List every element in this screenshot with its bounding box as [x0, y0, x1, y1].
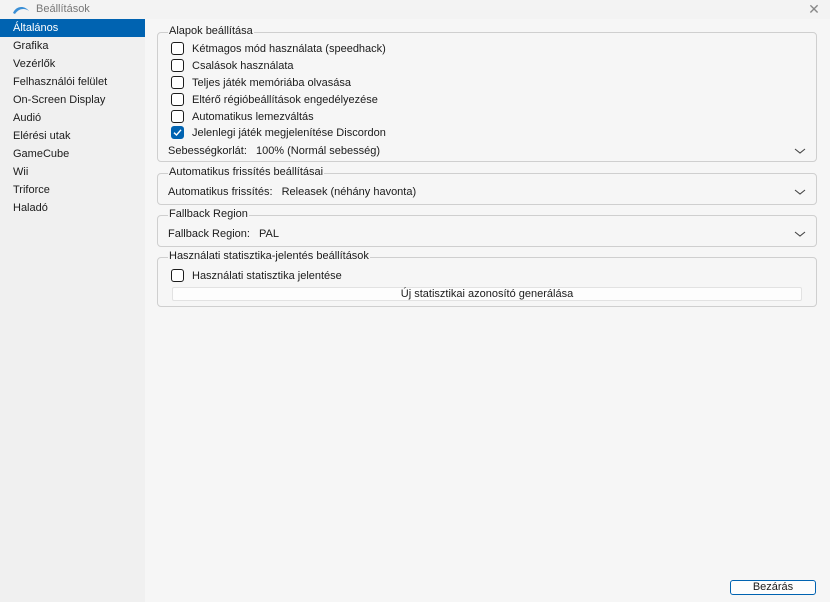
settings-window: Beállítások ✕ Általános Grafika Vezérlők… [0, 0, 830, 602]
sidebar-item-general[interactable]: Általános [0, 19, 145, 37]
speed-limit-label: Sebességkorlát: [168, 145, 247, 157]
dual-core-checkbox[interactable] [171, 41, 184, 55]
fallback-region-group: Fallback Region Fallback Region: PAL [157, 208, 817, 247]
dual-core-option[interactable]: Kétmagos mód használata (speedhack) [171, 41, 386, 57]
speed-limit-value: 100% (Normál sebesség) [255, 145, 381, 157]
chevron-down-icon [794, 189, 806, 195]
title-bar: Beállítások ✕ [0, 0, 830, 19]
discord-presence-option[interactable]: Jelenlegi játék megjelenítése Discordon [171, 125, 386, 141]
close-button[interactable]: Bezárás [730, 580, 816, 595]
auto-update-label: Automatikus frissítés: [168, 186, 273, 198]
cheats-checkbox[interactable] [171, 58, 184, 72]
usage-statistics-group: Használati statisztika-jelentés beállítá… [157, 250, 817, 307]
group-title: Automatikus frissítés beállításai [168, 166, 325, 178]
window-title: Beállítások [36, 3, 90, 15]
sidebar-item-advanced[interactable]: Haladó [0, 199, 145, 217]
speed-limit-combo[interactable]: Sebességkorlát: 100% (Normál sebesség) [168, 143, 808, 159]
settings-sidebar: Általános Grafika Vezérlők Felhasználói … [0, 19, 145, 602]
close-window-icon[interactable]: ✕ [806, 2, 822, 18]
sidebar-item-paths[interactable]: Elérési utak [0, 127, 145, 145]
sidebar-item-graphics[interactable]: Grafika [0, 37, 145, 55]
sidebar-item-audio[interactable]: Audió [0, 109, 145, 127]
checkbox-label: Teljes játék memóriába olvasása [192, 77, 351, 90]
chevron-down-icon [794, 148, 806, 154]
discord-presence-checkbox[interactable] [171, 125, 184, 139]
usage-statistics-checkbox[interactable] [171, 268, 184, 282]
chevron-down-icon [794, 231, 806, 237]
auto-disc-change-option[interactable]: Automatikus lemezváltás [171, 109, 314, 125]
fallback-region-combo[interactable]: Fallback Region: PAL [168, 226, 808, 242]
checkbox-label: Kétmagos mód használata (speedhack) [192, 43, 386, 56]
checkmark-icon [173, 128, 182, 136]
usage-statistics-option[interactable]: Használati statisztika jelentése [171, 268, 342, 284]
fallback-region-label: Fallback Region: [168, 228, 250, 240]
checkbox-label: Eltérő régióbeállítások engedélyezése [192, 94, 378, 107]
mismatched-region-option[interactable]: Eltérő régióbeállítások engedélyezése [171, 92, 378, 108]
auto-disc-change-checkbox[interactable] [171, 109, 184, 123]
cheats-option[interactable]: Csalások használata [171, 58, 294, 74]
load-to-memory-option[interactable]: Teljes játék memóriába olvasása [171, 75, 351, 91]
sidebar-item-controllers[interactable]: Vezérlők [0, 55, 145, 73]
auto-update-group: Automatikus frissítés beállításai Automa… [157, 166, 817, 205]
sidebar-item-triforce[interactable]: Triforce [0, 181, 145, 199]
sidebar-item-gamecube[interactable]: GameCube [0, 145, 145, 163]
sidebar-item-interface[interactable]: Felhasználói felület [0, 73, 145, 91]
group-title: Alapok beállítása [168, 25, 254, 37]
load-to-memory-checkbox[interactable] [171, 75, 184, 89]
sidebar-item-wii[interactable]: Wii [0, 163, 145, 181]
checkbox-label: Csalások használata [192, 60, 294, 73]
auto-update-value: Releasek (néhány havonta) [281, 186, 417, 198]
checkbox-label: Jelenlegi játék megjelenítése Discordon [192, 127, 386, 140]
group-title: Használati statisztika-jelentés beállítá… [168, 250, 370, 262]
mismatched-region-checkbox[interactable] [171, 92, 184, 106]
basic-settings-group: Alapok beállítása Kétmagos mód használat… [157, 25, 817, 162]
group-title: Fallback Region [168, 208, 249, 220]
dolphin-logo-icon [13, 7, 29, 14]
settings-content: Alapok beállítása Kétmagos mód használat… [145, 19, 830, 602]
fallback-region-value: PAL [259, 228, 279, 240]
checkbox-label: Automatikus lemezváltás [192, 111, 314, 124]
sidebar-item-osd[interactable]: On-Screen Display [0, 91, 145, 109]
generate-stats-id-button[interactable]: Új statisztikai azonosító generálása [172, 287, 802, 301]
checkbox-label: Használati statisztika jelentése [192, 270, 342, 283]
auto-update-combo[interactable]: Automatikus frissítés: Releasek (néhány … [168, 184, 808, 200]
